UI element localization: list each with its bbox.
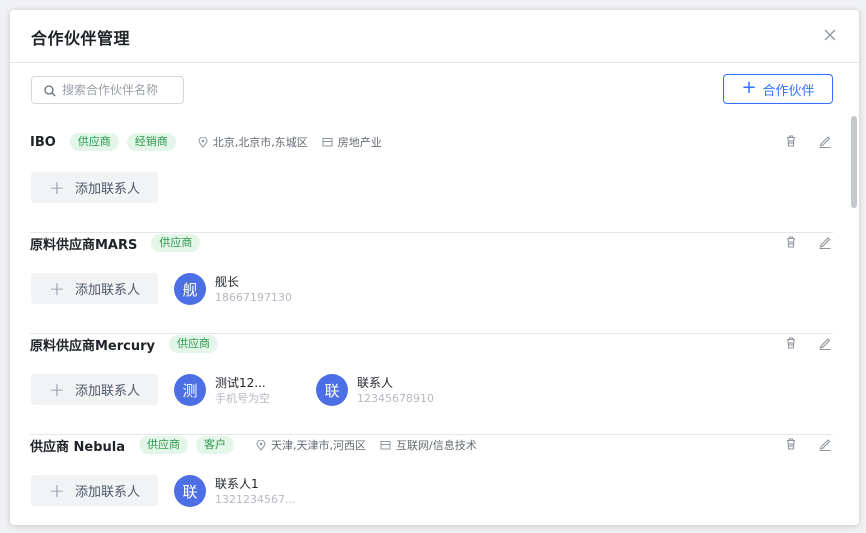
role-tag: 供应商 [151, 234, 201, 252]
partner-location: 北京,北京市,东城区 [198, 134, 308, 150]
edit-icon[interactable] [817, 133, 833, 149]
partner-card: 原料供应商Mercury 供应商 + 添加联系人 测 测试12... 手机号为空… [30, 333, 833, 435]
scrollbar[interactable] [851, 116, 857, 208]
contact-phone: 1321234567... [215, 492, 296, 506]
avatar: 测 [174, 374, 206, 406]
delete-icon[interactable] [783, 234, 799, 250]
building-icon [380, 441, 391, 450]
add-contact-label: 添加联系人 [74, 384, 140, 399]
contact-item[interactable]: 测 测试12... 手机号为空 [174, 373, 270, 407]
add-contact-button[interactable]: + 添加联系人 [31, 374, 158, 405]
delete-icon[interactable] [783, 335, 799, 351]
avatar: 联 [316, 374, 348, 406]
search-input[interactable] [62, 80, 180, 100]
contact-name: 测试12... [215, 375, 266, 390]
avatar: 舰 [174, 273, 206, 305]
contact-phone: 12345678910 [357, 391, 434, 405]
industry-text: 房地产业 [337, 136, 382, 149]
location-text: 天津,天津市,河西区 [271, 439, 367, 452]
role-tag: 客户 [196, 436, 235, 454]
partner-name: 原料供应商Mercury [30, 338, 156, 354]
plus-icon: + [49, 277, 65, 300]
add-partner-button[interactable]: + 合作伙伴 [723, 74, 833, 104]
contact-name: 联系人1 [215, 476, 259, 491]
partner-list: IBO 供应商 经销商 北京,北京市,东城区 房地产业 + 添加联系人 原料供应… [10, 114, 859, 525]
industry-text: 互联网/信息技术 [396, 439, 477, 452]
partner-location: 天津,天津市,河西区 [256, 437, 366, 453]
edit-icon[interactable] [817, 335, 833, 351]
contact-phone: 手机号为空 [215, 391, 270, 405]
search-box[interactable] [31, 76, 184, 104]
partner-card: 供应商 Nebula 供应商 客户 天津,天津市,河西区 互联网/信息技术 + … [30, 434, 833, 525]
contact-name: 联系人 [357, 375, 394, 390]
plus-icon: + [49, 479, 65, 502]
plus-icon: + [741, 77, 757, 98]
contact-item[interactable]: 舰 舰长 18667197130 [174, 272, 292, 306]
contact-item[interactable]: 联 联系人1 1321234567... [174, 474, 295, 508]
add-contact-label: 添加联系人 [74, 283, 140, 298]
close-icon[interactable] [821, 26, 839, 44]
role-tag: 供应商 [139, 436, 189, 454]
delete-icon[interactable] [783, 133, 799, 149]
partner-name: 原料供应商MARS [30, 237, 138, 253]
partner-industry: 互联网/信息技术 [380, 437, 477, 453]
partner-name: 供应商 Nebula [30, 439, 126, 455]
partner-name: IBO [30, 134, 56, 150]
contact-name: 舰长 [215, 274, 240, 289]
partner-card: IBO 供应商 经销商 北京,北京市,东城区 房地产业 + 添加联系人 [30, 131, 833, 233]
building-icon [322, 138, 333, 147]
dialog-title: 合作伙伴管理 [31, 29, 131, 48]
contact-phone: 18667197130 [215, 290, 292, 304]
dialog-header: 合作伙伴管理 [10, 10, 859, 63]
partner-industry: 房地产业 [322, 134, 382, 150]
add-contact-label: 添加联系人 [74, 485, 140, 500]
add-partner-label: 合作伙伴 [762, 83, 815, 99]
partner-management-dialog: 合作伙伴管理 + 合作伙伴 IBO 供应商 经销商 北京,北京市,东城区 [10, 10, 859, 525]
plus-icon: + [49, 378, 65, 401]
add-contact-button[interactable]: + 添加联系人 [31, 475, 158, 506]
contact-item[interactable]: 联 联系人 12345678910 [316, 373, 434, 407]
add-contact-label: 添加联系人 [74, 182, 140, 197]
role-tag: 供应商 [169, 335, 219, 353]
plus-icon: + [49, 176, 65, 199]
search-icon [44, 85, 56, 97]
add-contact-button[interactable]: + 添加联系人 [31, 273, 158, 304]
partner-card: 原料供应商MARS 供应商 + 添加联系人 舰 舰长 18667197130 [30, 232, 833, 334]
delete-icon[interactable] [783, 436, 799, 452]
role-tag: 经销商 [126, 133, 176, 151]
location-pin-icon [198, 136, 208, 148]
add-contact-button[interactable]: + 添加联系人 [31, 172, 158, 203]
avatar: 联 [174, 475, 206, 507]
location-pin-icon [256, 439, 266, 451]
location-text: 北京,北京市,东城区 [212, 136, 308, 149]
edit-icon[interactable] [817, 234, 833, 250]
role-tag: 供应商 [69, 133, 119, 151]
edit-icon[interactable] [817, 436, 833, 452]
